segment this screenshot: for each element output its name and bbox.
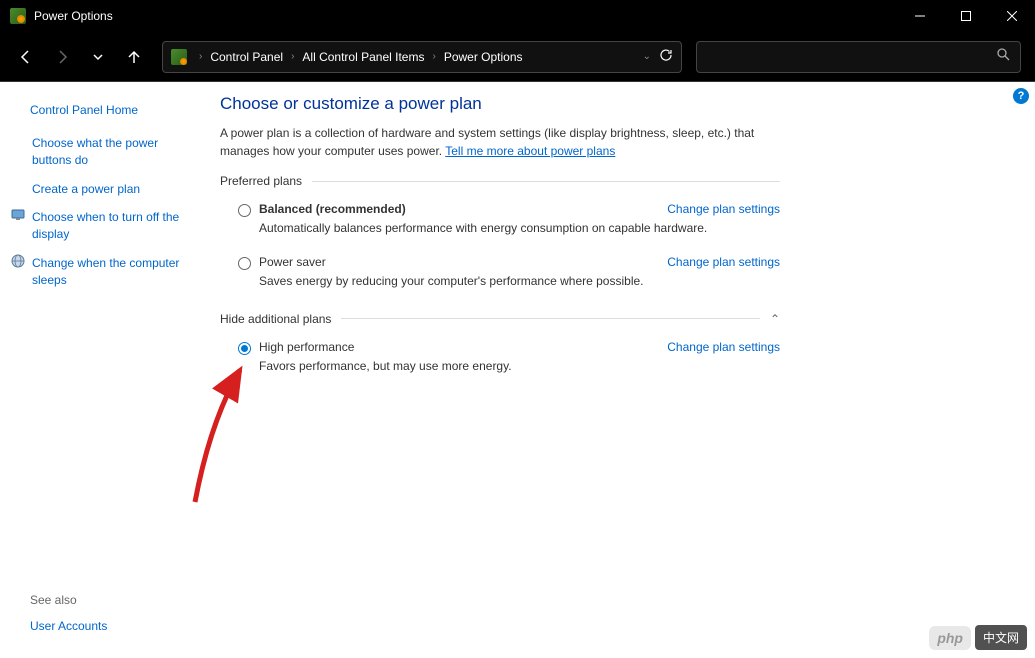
chevron-down-icon[interactable]: ⌄ [643,51,651,62]
breadcrumb-item[interactable]: Power Options [440,48,527,66]
section-label: Preferred plans [220,174,302,188]
power-plan-item: Balanced (recommended) Change plan setti… [220,198,780,251]
window-title: Power Options [34,9,897,23]
titlebar: Power Options [0,0,1035,32]
sidebar-link[interactable]: Choose what the power buttons do [29,132,200,172]
search-input[interactable] [707,50,996,64]
search-icon[interactable] [996,47,1010,66]
plan-radio[interactable] [238,257,251,270]
close-button[interactable] [989,0,1035,32]
change-plan-settings-link[interactable]: Change plan settings [667,202,780,216]
watermark-badge: php [929,626,971,650]
chevron-right-icon[interactable]: › [432,51,435,62]
sidebar-link[interactable]: Change when the computer sleeps [29,252,200,292]
divider [341,318,760,319]
spacer [10,179,26,195]
app-icon [10,8,26,24]
preferred-plans-list: Balanced (recommended) Change plan setti… [220,198,780,304]
search-box[interactable] [696,41,1021,73]
plan-radio[interactable] [238,342,251,355]
section-label: Hide additional plans [220,312,331,326]
chevron-right-icon[interactable]: › [291,51,294,62]
plan-description: Saves energy by reducing your computer's… [259,273,780,290]
page-title: Choose or customize a power plan [220,94,780,114]
up-button[interactable] [118,41,150,73]
help-button[interactable]: ? [1013,88,1029,104]
recent-button[interactable] [82,41,114,73]
sidebar-link[interactable]: Choose when to turn off the display [29,206,200,246]
see-also-link[interactable]: User Accounts [30,615,107,638]
chevron-up-icon[interactable]: ⌃ [770,312,780,326]
control-panel-home-link[interactable]: Control Panel Home [10,100,200,129]
display-icon [10,207,26,223]
globe-icon [10,253,26,269]
content-area: ? Control Panel Home Choose what the pow… [0,82,1035,658]
page-description: A power plan is a collection of hardware… [220,124,780,160]
plan-name: Power saver [259,255,326,269]
plan-description: Automatically balances performance with … [259,220,780,237]
maximize-button[interactable] [943,0,989,32]
plan-description: Favors performance, but may use more ene… [259,358,780,375]
breadcrumb-item[interactable]: Control Panel [206,48,287,66]
change-plan-settings-link[interactable]: Change plan settings [667,340,780,354]
plan-name: High performance [259,340,354,354]
forward-button[interactable] [46,41,78,73]
sidebar-link[interactable]: Create a power plan [29,178,140,201]
see-also-heading: See also [30,593,107,607]
preferred-plans-header: Preferred plans [220,174,780,188]
power-plan-item: High performance Change plan settings Fa… [220,336,780,389]
address-bar[interactable]: › Control Panel › All Control Panel Item… [162,41,682,73]
minimize-button[interactable] [897,0,943,32]
change-plan-settings-link[interactable]: Change plan settings [667,255,780,269]
window-controls [897,0,1035,32]
address-icon [171,49,187,65]
additional-plans-list: High performance Change plan settings Fa… [220,336,780,389]
main-panel: Choose or customize a power plan A power… [210,82,810,658]
back-button[interactable] [10,41,42,73]
divider [312,181,780,182]
spacer [10,133,26,149]
refresh-button[interactable] [659,48,673,65]
navbar: › Control Panel › All Control Panel Item… [0,32,1035,82]
watermark: php 中文网 [929,625,1027,650]
chevron-right-icon[interactable]: › [199,51,202,62]
tell-me-more-link[interactable]: Tell me more about power plans [445,144,615,158]
see-also-section: See also User Accounts [30,593,107,638]
plan-name: Balanced (recommended) [259,202,406,216]
power-plan-item: Power saver Change plan settings Saves e… [220,251,780,304]
additional-plans-header[interactable]: Hide additional plans ⌃ [220,312,780,326]
sidebar: Control Panel Home Choose what the power… [0,82,210,658]
watermark-text: 中文网 [975,625,1027,650]
plan-radio[interactable] [238,204,251,217]
breadcrumb-item[interactable]: All Control Panel Items [298,48,428,66]
